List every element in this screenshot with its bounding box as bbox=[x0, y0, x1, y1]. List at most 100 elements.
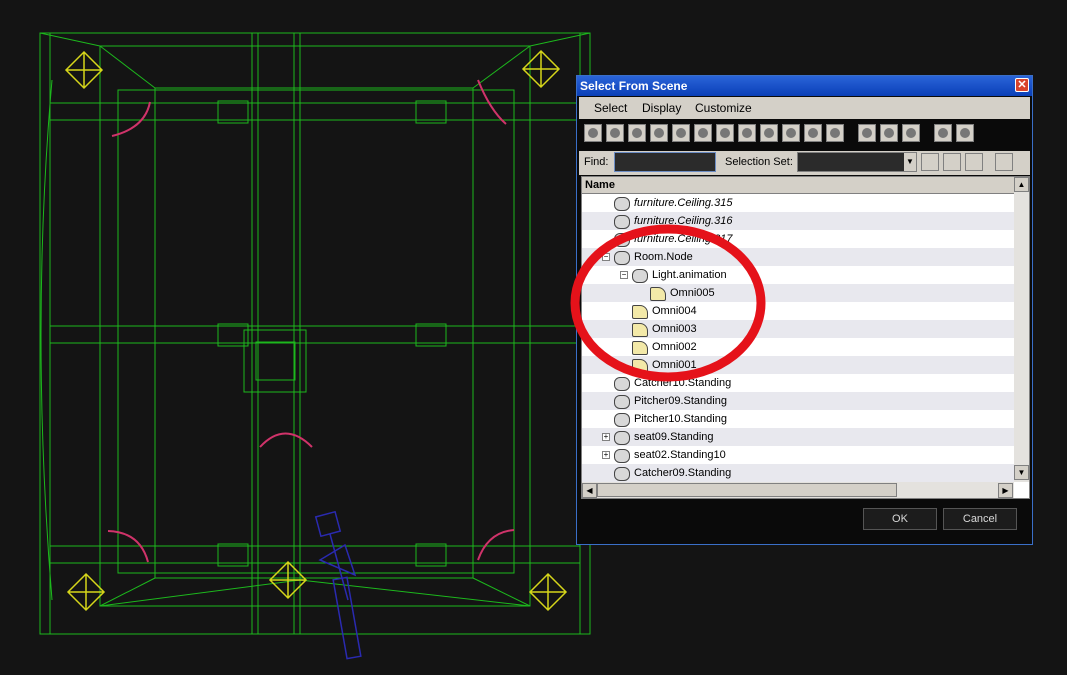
list-none-icon[interactable] bbox=[880, 124, 898, 142]
collapse-icon[interactable]: − bbox=[602, 253, 610, 261]
filter-options-icon[interactable] bbox=[956, 124, 974, 142]
chevron-down-icon[interactable]: ▼ bbox=[904, 153, 916, 171]
light-icon bbox=[632, 359, 648, 373]
helper-icon bbox=[614, 413, 630, 427]
list-item-name: Omni004 bbox=[652, 305, 697, 317]
edit-selection-set-icon[interactable] bbox=[943, 153, 961, 171]
list-item-name: furniture.Ceiling.315 bbox=[634, 197, 733, 209]
list-item[interactable]: Pitcher10.Standing bbox=[582, 410, 1014, 428]
camera-icon[interactable] bbox=[650, 124, 668, 142]
helper-icon bbox=[614, 377, 630, 391]
column-header-name[interactable]: Name bbox=[582, 177, 1014, 194]
dialog-title: Select From Scene bbox=[580, 79, 688, 93]
list-item[interactable]: Catcher09.Standing bbox=[582, 464, 1014, 482]
list-item[interactable]: furniture.Ceiling.317 bbox=[582, 230, 1014, 248]
list-item-name: Omni005 bbox=[670, 287, 715, 299]
find-input[interactable] bbox=[614, 152, 716, 172]
list-item[interactable]: Omni004 bbox=[582, 302, 1014, 320]
vertical-scrollbar[interactable]: ▲ ▼ bbox=[1014, 177, 1029, 482]
geometry-icon[interactable] bbox=[606, 124, 624, 142]
list-item[interactable]: furniture.Ceiling.315 bbox=[582, 194, 1014, 212]
helper-icon bbox=[632, 269, 648, 283]
list-item[interactable]: Omni002 bbox=[582, 338, 1014, 356]
room-wireframe bbox=[39, 32, 591, 635]
menu-display[interactable]: Display bbox=[642, 101, 681, 115]
list-item-name: Omni003 bbox=[652, 323, 697, 335]
helper-icon bbox=[614, 431, 630, 445]
scroll-up-icon[interactable]: ▲ bbox=[1014, 177, 1029, 192]
spline-curves bbox=[107, 79, 515, 563]
collapse-icon[interactable]: − bbox=[620, 271, 628, 279]
ok-button[interactable]: OK bbox=[863, 508, 937, 530]
helper-icon bbox=[614, 467, 630, 481]
menu-select[interactable]: Select bbox=[594, 101, 627, 115]
list-item[interactable]: Omni003 bbox=[582, 320, 1014, 338]
scene-object-list[interactable]: Name furniture.Ceiling.315 furniture.Ceil… bbox=[581, 176, 1030, 499]
dialog-titlebar[interactable]: Select From Scene ✕ bbox=[577, 76, 1032, 96]
helper-icon[interactable] bbox=[672, 124, 690, 142]
light-icon bbox=[632, 323, 648, 337]
light-icon bbox=[632, 305, 648, 319]
light-icon bbox=[650, 287, 666, 301]
list-item-name: Omni002 bbox=[652, 341, 697, 353]
list-item-name: Omni001 bbox=[652, 359, 697, 371]
list-item[interactable]: furniture.Ceiling.316 bbox=[582, 212, 1014, 230]
selection-set-dropdown[interactable]: ▼ bbox=[797, 152, 917, 172]
container-icon[interactable] bbox=[782, 124, 800, 142]
scroll-right-icon[interactable]: ▶ bbox=[998, 483, 1013, 498]
find-label: Find: bbox=[584, 156, 609, 168]
list-item-name: seat02.Standing10 bbox=[634, 449, 726, 461]
helper-icon bbox=[614, 449, 630, 463]
display-options-icon[interactable] bbox=[995, 153, 1013, 171]
menu-bar: Select Display Customize bbox=[579, 97, 1030, 119]
cancel-button[interactable]: Cancel bbox=[943, 508, 1017, 530]
list-item-name: Light.animation bbox=[652, 269, 727, 281]
list-item[interactable]: − Light.animation bbox=[582, 266, 1014, 284]
spacewarp-icon[interactable] bbox=[694, 124, 712, 142]
light-icon[interactable] bbox=[628, 124, 646, 142]
scroll-down-icon[interactable]: ▼ bbox=[1014, 465, 1029, 480]
helper-icon bbox=[614, 251, 630, 265]
expand-icon[interactable]: + bbox=[602, 451, 610, 459]
list-all-icon[interactable] bbox=[858, 124, 876, 142]
list-item[interactable]: Omni001 bbox=[582, 356, 1014, 374]
list-item[interactable]: + seat02.Standing10 bbox=[582, 446, 1014, 464]
filter-icon[interactable] bbox=[934, 124, 952, 142]
list-item-name: Catcher10.Standing bbox=[634, 377, 732, 389]
camera-rig bbox=[314, 510, 362, 660]
horizontal-scroll-thumb[interactable] bbox=[597, 483, 897, 497]
helper-icon bbox=[614, 395, 630, 409]
filter-toolbar bbox=[579, 121, 1030, 149]
list-item[interactable]: − Room.Node bbox=[582, 248, 1014, 266]
expand-icon[interactable]: + bbox=[602, 433, 610, 441]
xref-icon[interactable] bbox=[738, 124, 756, 142]
scroll-left-icon[interactable]: ◀ bbox=[582, 483, 597, 498]
bone-icon[interactable] bbox=[760, 124, 778, 142]
frozen-icon[interactable] bbox=[804, 124, 822, 142]
group-icon[interactable] bbox=[716, 124, 734, 142]
list-item-name: Room.Node bbox=[634, 251, 693, 263]
find-row: Find: Selection Set: ▼ bbox=[579, 151, 1030, 175]
helper-icon bbox=[614, 197, 630, 211]
sphere-icon[interactable] bbox=[584, 124, 602, 142]
hidden-icon[interactable] bbox=[826, 124, 844, 142]
delete-selection-set-icon[interactable] bbox=[965, 153, 983, 171]
omni-light-markers bbox=[64, 49, 568, 612]
close-icon[interactable]: ✕ bbox=[1015, 78, 1029, 92]
list-item[interactable]: Omni005 bbox=[582, 284, 1014, 302]
helper-icon bbox=[614, 233, 630, 247]
list-item-name: Catcher09.Standing bbox=[634, 467, 732, 479]
list-item-name: Pitcher09.Standing bbox=[634, 395, 727, 407]
create-selection-set-icon[interactable] bbox=[921, 153, 939, 171]
horizontal-scrollbar[interactable]: ◀ ▶ bbox=[582, 482, 1014, 498]
list-item[interactable]: Catcher10.Standing bbox=[582, 374, 1014, 392]
helper-icon bbox=[614, 215, 630, 229]
menu-customize[interactable]: Customize bbox=[695, 101, 752, 115]
list-item-name: Pitcher10.Standing bbox=[634, 413, 727, 425]
light-icon bbox=[632, 341, 648, 355]
list-invert-icon[interactable] bbox=[902, 124, 920, 142]
list-item[interactable]: Pitcher09.Standing bbox=[582, 392, 1014, 410]
list-item[interactable]: + seat09.Standing bbox=[582, 428, 1014, 446]
list-rows: furniture.Ceiling.315 furniture.Ceiling.3… bbox=[582, 194, 1014, 482]
select-from-scene-dialog: Select From Scene ✕ Select Display Custo… bbox=[576, 75, 1033, 545]
